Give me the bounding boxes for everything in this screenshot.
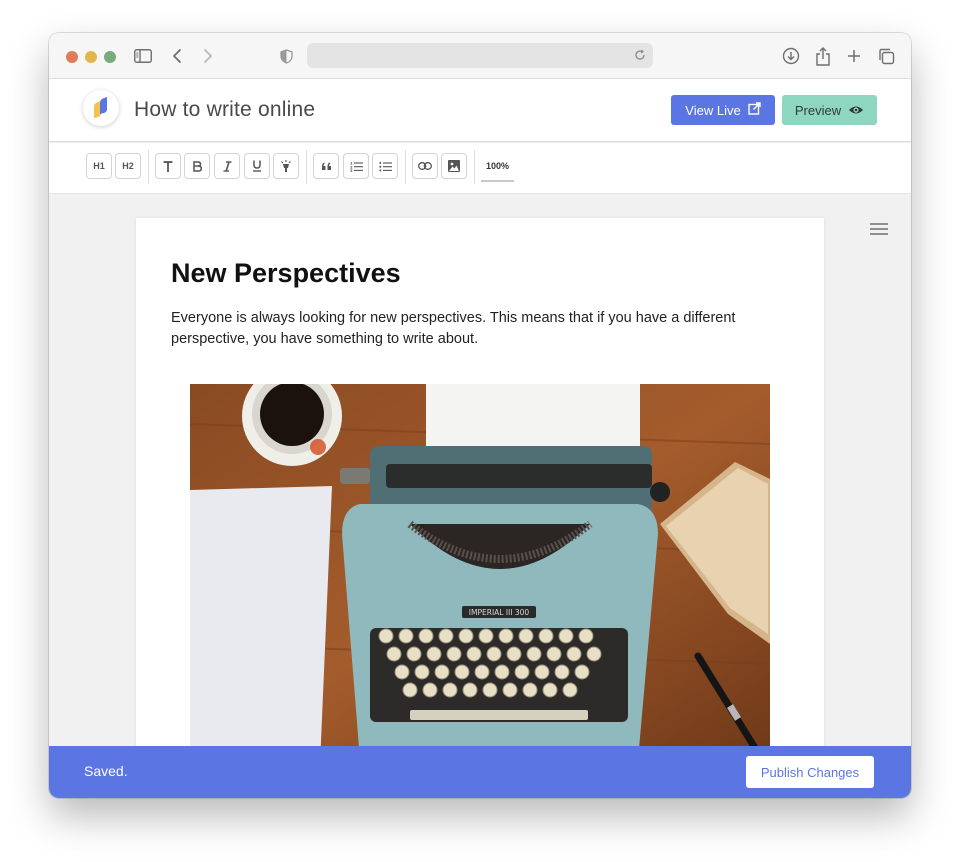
document-title[interactable]: How to write online [134,98,315,122]
menu-icon[interactable] [870,222,888,236]
typewriter-key [518,628,534,644]
highlight-icon[interactable] [273,153,299,179]
tabs-overview-icon[interactable] [874,44,898,68]
typewriter-key [514,664,530,680]
ordered-list-icon[interactable]: 123 [343,153,369,179]
typewriter-key [446,646,462,662]
typewriter-key [478,628,494,644]
share-icon[interactable] [811,44,835,68]
download-icon[interactable] [779,44,803,68]
typewriter-key [438,628,454,644]
typewriter-key [402,682,418,698]
text-icon[interactable] [155,153,181,179]
new-tab-icon[interactable] [842,44,866,68]
save-status: Saved. [84,763,128,779]
address-bar[interactable] [307,43,653,68]
typewriter-key [554,664,570,680]
preview-button[interactable]: Preview [782,95,877,125]
zoom-window-button[interactable] [104,51,116,63]
typewriter-key [498,628,514,644]
typewriter-key [494,664,510,680]
typewriter-key [474,664,490,680]
typewriter-image[interactable]: IMPERIAL III 300 [190,384,770,747]
typewriter-key [442,682,458,698]
external-link-icon [748,102,761,118]
typewriter-key [486,646,502,662]
typewriter-key [526,646,542,662]
minimize-window-button[interactable] [85,51,97,63]
italic-icon[interactable] [214,153,240,179]
typewriter-key [378,628,394,644]
typewriter-key [418,628,434,644]
typewriter-key [454,664,470,680]
publish-changes-button[interactable]: Publish Changes [746,756,874,788]
post-paragraph[interactable]: Everyone is always looking for new persp… [171,308,751,350]
post-title[interactable]: New Perspectives [171,258,401,289]
typewriter-key [406,646,422,662]
toolbar-divider [306,150,307,184]
typewriter-key [574,664,590,680]
browser-window: How to write online View Live Preview H1… [49,33,911,798]
typewriter-key [506,646,522,662]
typewriter-key [558,628,574,644]
app-logo[interactable] [83,90,119,126]
typewriter-brand-label: IMPERIAL III 300 [469,608,530,617]
status-footer: Saved. Publish Changes [49,746,911,798]
view-live-button[interactable]: View Live [671,95,775,125]
image-icon[interactable] [441,153,467,179]
quote-icon[interactable] [313,153,339,179]
typewriter-key [394,664,410,680]
typewriter-key [534,664,550,680]
typewriter-key [538,628,554,644]
bullet-list-icon[interactable] [372,153,398,179]
app-header: How to write online View Live Preview [49,79,911,142]
typewriter-key [522,682,538,698]
typewriter-key [482,682,498,698]
typewriter-key [426,646,442,662]
typewriter-key [578,628,594,644]
toolbar-divider [148,150,149,184]
heading2-button[interactable]: H2 [115,153,141,179]
typewriter-key [398,628,414,644]
toolbar-divider [474,150,475,184]
typewriter-key [386,646,402,662]
editor-page: New Perspectives Everyone is always look… [136,218,824,747]
typewriter-key [462,682,478,698]
formatting-toolbar: H1 H2 123 100% [49,143,911,194]
reload-icon[interactable] [631,46,649,64]
eye-icon [848,103,864,118]
preview-label: Preview [794,102,842,118]
back-icon[interactable] [165,44,189,68]
heading1-button[interactable]: H1 [86,153,112,179]
sidebar-icon[interactable] [131,44,155,68]
shield-icon[interactable] [274,44,298,68]
typewriter-key [562,682,578,698]
typewriter-key [466,646,482,662]
typewriter-key [422,682,438,698]
toolbar-divider [405,150,406,184]
typewriter-key [414,664,430,680]
typewriter-key [566,646,582,662]
typewriter-key [434,664,450,680]
typewriter-key [458,628,474,644]
close-window-button[interactable] [66,51,78,63]
svg-text:3: 3 [350,168,353,172]
typewriter-key [586,646,602,662]
typewriter-key [546,646,562,662]
bold-icon[interactable] [184,153,210,179]
typewriter-key [542,682,558,698]
browser-toolbar [49,33,911,79]
forward-icon[interactable] [196,44,220,68]
underline-icon[interactable] [244,153,270,179]
editor-canvas: New Perspectives Everyone is always look… [49,194,911,747]
view-live-label: View Live [685,102,741,118]
link-icon[interactable] [412,153,438,179]
zoom-level[interactable]: 100% [481,157,514,182]
typewriter-key [502,682,518,698]
